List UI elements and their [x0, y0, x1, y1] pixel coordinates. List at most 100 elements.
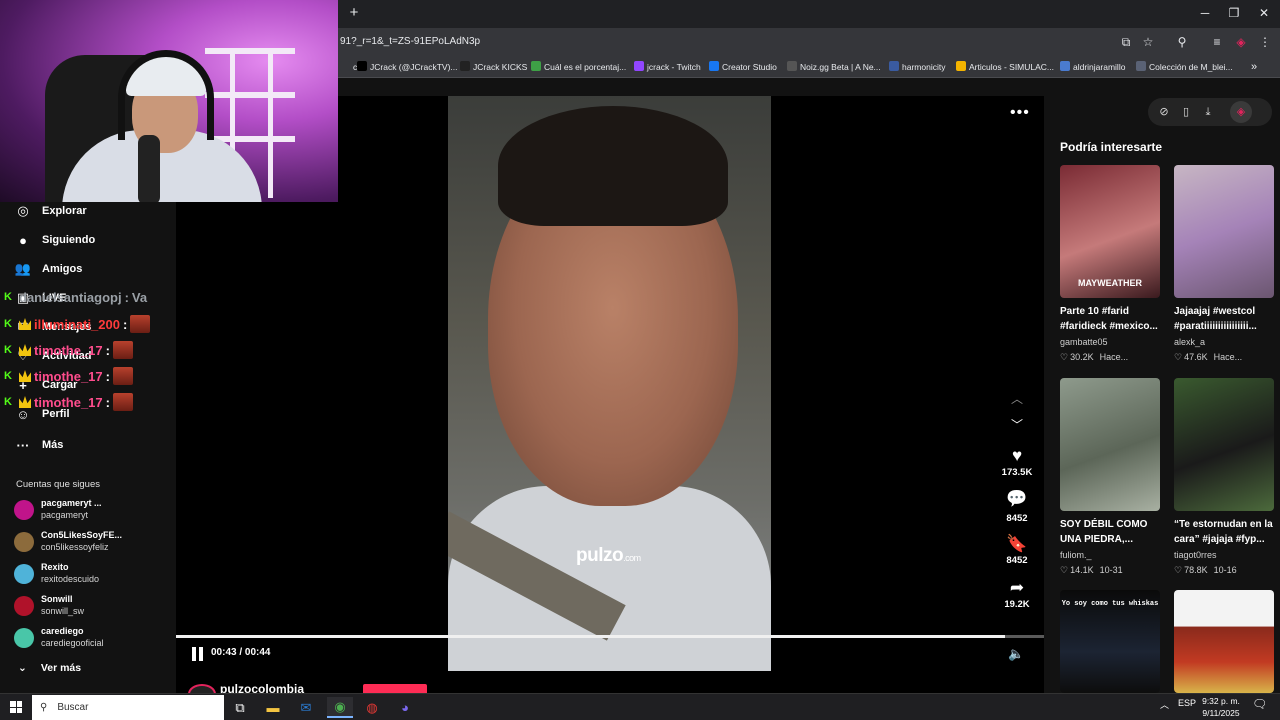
caption-line: SOY DÉBIL COMO [1060, 519, 1148, 530]
download-icon[interactable]: ⤓ [1200, 104, 1216, 120]
sidebar-item-label: Amigos [42, 263, 83, 275]
outlook-icon[interactable]: ✉ [293, 697, 319, 718]
progress-bar[interactable] [176, 635, 1044, 638]
card-author[interactable]: fuliom._ [1060, 550, 1092, 560]
followed-account[interactable]: carediego carediegooficial [14, 625, 164, 651]
video-thumbnail[interactable] [1060, 378, 1160, 511]
card-author[interactable]: tiagot0rres [1174, 550, 1217, 560]
thumbnail-caption: MAYWEATHER [1077, 278, 1142, 288]
see-more-accounts-button[interactable]: ⌄ Ver más [18, 662, 81, 674]
friends-icon: 👥 [14, 261, 32, 276]
share-button[interactable]: ➦ 19.2K [996, 578, 1038, 610]
save-button[interactable]: 🔖 8452 [996, 534, 1038, 566]
card-meta: ♡ 30.2K Hace... [1060, 352, 1128, 363]
media-controls-icon[interactable]: ≡ [1209, 34, 1225, 50]
volume-icon[interactable]: 🔈 [1008, 646, 1024, 662]
shelf [205, 48, 295, 54]
install-app-icon[interactable]: ⧉ [1118, 34, 1134, 50]
chat-separator: : [105, 342, 110, 358]
heart-icon: ♥ [1011, 446, 1023, 465]
obs-icon[interactable]: ◍ [359, 697, 385, 718]
user-avatar-icon[interactable]: ◈ [1230, 101, 1252, 123]
follow-button[interactable] [363, 684, 427, 693]
chat-username: timothe_17 [34, 394, 103, 410]
clock-date: 9/11/2025 [1202, 708, 1240, 718]
bookmark-star-icon[interactable]: ☆ [1140, 34, 1156, 50]
bookmark-item[interactable]: Noiz.gg Beta | A Ne... [787, 60, 881, 74]
new-tab-button[interactable]: + [346, 4, 362, 22]
pause-icon[interactable] [192, 647, 204, 661]
language-indicator[interactable]: ESP [1178, 698, 1196, 708]
card-caption[interactable]: Jajaajaj #westcol #paratiiiiiiiiiiiiiiii.… [1174, 304, 1276, 334]
bookmark-item[interactable]: JCrack (@JCrackTV)... [357, 60, 458, 74]
task-view-icon[interactable]: ⧉ [227, 697, 253, 718]
bookmark-favicon-icon [1136, 61, 1146, 71]
video-frame[interactable]: pulzo.com [448, 96, 771, 671]
recommendations-title: Podría interesarte [1060, 140, 1163, 154]
windows-start-icon[interactable] [10, 701, 22, 713]
bookmark-item[interactable]: aldrinjaramillo [1060, 60, 1125, 74]
card-caption[interactable]: Parte 10 #farid #faridieck #mexico... [1060, 304, 1162, 334]
taskbar-search[interactable]: ⚲ Buscar [32, 695, 224, 720]
card-caption[interactable]: “Te estornudan en la cara” #jajaja #fyp..… [1174, 517, 1276, 547]
chat-message: Ktimothe_17: [4, 392, 133, 412]
followed-account[interactable]: Con5LikesSoyFE... con5likessoyfeliz [14, 529, 164, 555]
bookmark-item[interactable]: jcrack - Twitch [634, 60, 701, 74]
card-author[interactable]: gambatte05 [1060, 337, 1108, 347]
account-handle: carediegooficial [41, 638, 104, 648]
bookmark-item[interactable]: Creator Studio [709, 60, 777, 74]
card-author[interactable]: alexk_a [1174, 337, 1205, 347]
search-icon: ⚲ [40, 702, 48, 713]
sidebar-item-m-s[interactable]: ··· Más [14, 434, 64, 456]
chat-emote-icon [130, 315, 151, 333]
bookmark-item[interactable]: Colección de M_blei... [1136, 60, 1233, 74]
card-likes: 30.2K [1070, 352, 1094, 362]
bookmark-label: JCrack KICKS [473, 62, 528, 72]
browser-menu-icon[interactable]: ⋮ [1257, 34, 1273, 50]
chat-emote-icon [112, 367, 133, 385]
previous-video-icon[interactable]: ︿ [996, 390, 1038, 407]
close-window-button[interactable]: ✕ [1250, 4, 1278, 22]
discord-icon[interactable]: ◕ [392, 697, 418, 718]
sidebar-item-siguiendo[interactable]: ● Siguiendo [14, 229, 95, 251]
followed-account[interactable]: pacgameryt ... pacgameryt [14, 497, 164, 523]
url-field[interactable]: 91?_r=1&_t=ZS-91EPoLAdN3p [340, 36, 480, 47]
bookmark-item[interactable]: Cuál es el porcentaj... [531, 60, 626, 74]
bookmark-item[interactable]: JCrack KICKS [460, 60, 527, 74]
file-explorer-icon[interactable]: ▬ [260, 697, 286, 718]
notifications-icon[interactable]: 🗨 [1252, 697, 1267, 711]
phone-icon[interactable]: ▯ [1178, 104, 1194, 120]
bookmark-label: Noiz.gg Beta | A Ne... [800, 62, 881, 72]
chrome-icon[interactable]: ◉ [327, 697, 353, 718]
video-thumbnail[interactable] [1174, 378, 1274, 511]
account-name: pacgameryt ... [41, 498, 102, 508]
comment-button[interactable]: 💬 8452 [996, 489, 1038, 524]
video-thumbnail[interactable] [1174, 165, 1274, 298]
link-icon[interactable]: ⊘ [1156, 104, 1172, 120]
heart-icon: ♡ [1174, 565, 1183, 575]
like-button[interactable]: ♥ 173.5K [996, 446, 1038, 478]
more-options-icon[interactable]: ••• [1010, 104, 1030, 122]
tray-chevron-icon[interactable]: ︿ [1160, 698, 1169, 711]
followed-account[interactable]: Sonwill sonwill_sw [14, 593, 164, 619]
extensions-icon[interactable]: ⚲ [1174, 34, 1190, 50]
bookmark-item[interactable]: harmonicity [889, 60, 945, 74]
sidebar-item-explorar[interactable]: ◎ Explorar [14, 200, 86, 222]
card-caption[interactable]: SOY DÉBIL COMO UNA PIEDRA,... [1060, 517, 1162, 547]
bookmarks-overflow-icon[interactable]: » [1251, 60, 1257, 74]
restore-button[interactable]: ❐ [1220, 4, 1248, 22]
video-thumbnail[interactable]: Yo soy como tus whiskas [1060, 590, 1160, 693]
heart-icon: ♡ [1174, 352, 1183, 362]
minimize-button[interactable]: ─ [1191, 4, 1219, 22]
chevron-down-icon: ⌄ [18, 662, 27, 674]
followed-account[interactable]: Rexito rexitodescuido [14, 561, 164, 587]
profile-extension-icon[interactable]: ◈ [1233, 34, 1249, 50]
bookmark-icon: 🔖 [1006, 534, 1028, 553]
clock[interactable]: 9:32 p. m. 9/11/2025 [1196, 695, 1246, 719]
video-thumbnail[interactable]: MAYWEATHER [1060, 165, 1160, 298]
next-video-icon[interactable]: ﹀ [996, 416, 1038, 433]
sidebar-item-amigos[interactable]: 👥 Amigos [14, 258, 82, 280]
video-thumbnail[interactable] [1174, 590, 1274, 693]
heart-icon: ♡ [1060, 565, 1069, 575]
bookmark-item[interactable]: Articulos - SIMULAC... [956, 60, 1054, 74]
